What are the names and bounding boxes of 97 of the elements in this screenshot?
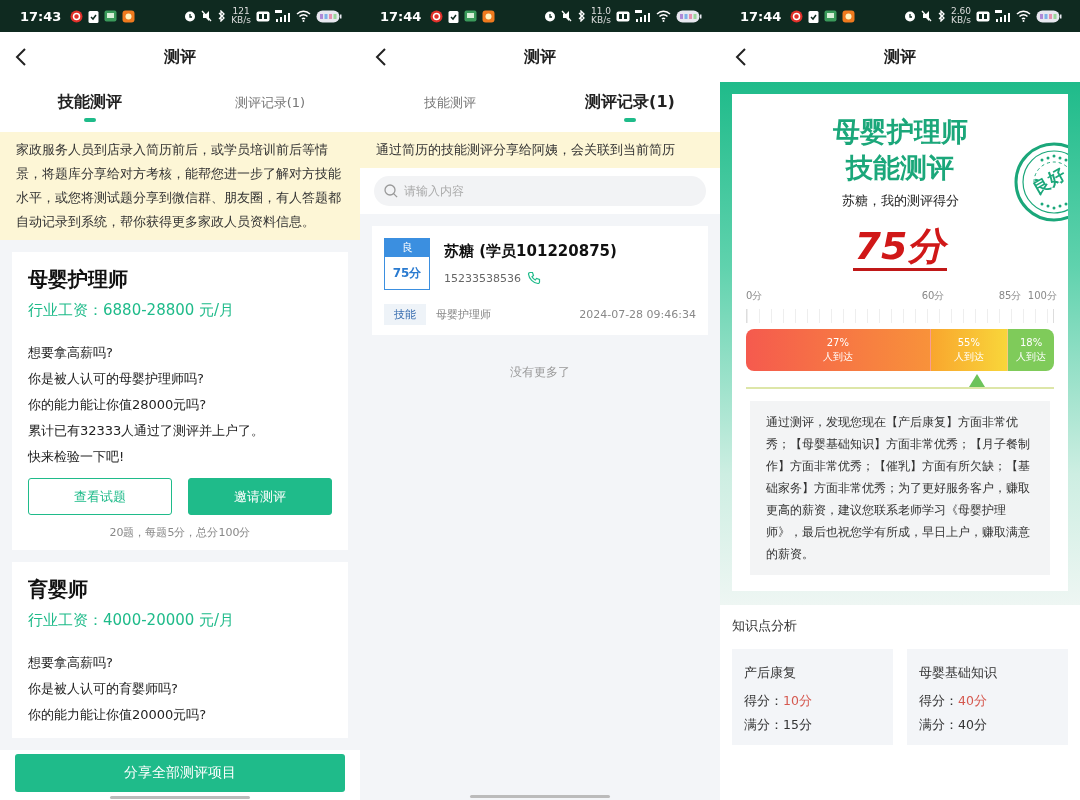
search-icon [384,184,398,198]
notification-icon [482,9,496,23]
bluetooth-icon [936,10,946,22]
signal-icon [635,10,651,22]
search-field[interactable]: 请输入内容 [374,176,706,206]
notification-icon [448,9,460,23]
analysis-text: 通过测评，发现您现在【产后康复】方面非常优秀；【母婴基础知识】方面非常优秀；【月子餐制作】方面非常优秀；【催乳】方面有所欠缺；【基础家务】方面非常优秀；为了更好服务客户，赚取更高的薪资，建议您联系老师学习《母婴护理师》，最后也祝您学有所成，早日上户，赚取满意的薪资。 [750,401,1050,575]
description-line: 你的能力能让你值28000元吗? [28,396,208,414]
grade-label: 良 [385,239,429,257]
description-line: 你的能力能让你值20000元吗? [28,706,208,724]
hd-icon [616,10,630,22]
score-label: 得分： [919,693,958,708]
wifi-icon [1016,10,1031,22]
scale-label: 85分 [998,289,1022,303]
notice-text: 家政服务人员到店录入简历前后，或学员培训前后等情景，将题库分享给对方考核，能帮您进一步了解对方技能水平，或您将测试题分享到微信群、朋友圈，有人答题都自动记录到系统，帮你获得更多家政人员资料信息。 [0,132,360,240]
alarm-icon [903,10,916,22]
alarm-icon [184,10,197,22]
signal-icon [275,10,291,22]
record-card[interactable]: 良 75分 苏糖 (学员101220875) 15233538536 技能 母婴护理师 2024-07-28 09:46:34 [372,226,708,335]
notification-icon [122,9,136,23]
description-line: 想要拿高薪吗? [28,654,114,672]
tab[interactable]: 测评记录(1) [180,82,360,132]
battery-icon [676,9,702,23]
stamp-text: 良好 [1028,163,1068,200]
status-time: 17:44 [380,8,422,24]
description-line: 你是被人认可的育婴师吗? [28,680,179,698]
score-band: 18% 人到达 [1008,329,1054,371]
alarm-icon [543,10,556,22]
scale-label: 100分 [1027,289,1057,303]
result-subtitle: 苏糖，我的测评得分 [841,192,959,210]
notice-text: 通过简历的技能测评分享给阿姨，会关联到当前简历 [360,132,720,168]
page-title: 测评 [523,46,557,68]
scale-label: 60分 [921,289,945,303]
page-title: 测评 [883,46,917,68]
result-title: 技能测评 [846,151,954,185]
notification-icon [808,9,820,23]
notification-icon [824,10,838,22]
description-line: 你是被人认可的母婴护理师吗? [28,370,205,388]
full-score: 满分：40分 [919,716,988,734]
phone-number: 15233538536 [444,271,521,285]
description-line: 想要拿高薪吗? [28,344,114,362]
notification-icon [430,9,444,23]
score-band: 27% 人到达 [746,329,931,371]
wifi-icon [296,10,311,22]
battery-icon [316,9,342,23]
notification-icon [70,9,84,23]
score-band: 55% 人到达 [930,329,1009,371]
result-title: 母婴护理师 [832,115,968,149]
knowledge-name: 产后康复 [744,664,797,682]
hd-icon [256,10,270,22]
job-name: 母婴护理师 [436,307,492,322]
description-line: 快来检验一下吧! [28,448,126,466]
wifi-icon [656,10,671,22]
hd-icon [976,10,990,22]
score-label: 得分： [744,693,783,708]
network-speed: 2.60 KB/s [950,7,971,25]
score-value: 10分 [783,693,812,708]
total-score: 75分 [852,224,948,271]
view-questions-button[interactable]: 查看试题 [28,478,172,515]
section-heading: 知识点分析 [732,617,798,635]
status-time: 17:43 [20,8,62,24]
battery-icon [1036,9,1062,23]
record-time: 2024-07-28 09:46:34 [579,308,696,321]
full-score: 满分：15分 [744,716,813,734]
assessment-title: 母婴护理师 [28,266,129,293]
grade-score: 75分 [392,265,422,282]
salary-text: 行业工资：4000-20000 元/月 [28,611,236,630]
mute-icon [201,10,213,22]
mute-icon [560,10,572,22]
score-value: 40分 [958,693,987,708]
end-of-list-text: 没有更多了 [509,365,571,380]
score-note: 20题，每题5分，总分100分 [108,525,252,540]
description-line: 累计已有32333人通过了测评并上户了。 [28,422,266,440]
salary-text: 行业工资：6880-28800 元/月 [28,301,236,320]
signal-icon [995,10,1011,22]
mute-icon [920,10,932,22]
tab[interactable]: 技能测评 [0,82,180,132]
notification-icon [88,9,100,23]
assessment-title: 育婴师 [28,576,89,603]
tab[interactable]: 技能测评 [360,82,540,132]
status-time: 17:44 [740,8,782,24]
scale-label: 0分 [746,289,763,303]
knowledge-name: 母婴基础知识 [919,664,998,682]
network-speed: 121 KB/s [231,7,251,25]
network-speed: 11.0 KB/s [590,7,611,25]
invite-button[interactable]: 邀请测评 [188,478,332,515]
notification-icon [842,9,856,23]
notification-icon [464,10,478,22]
category-tag: 技能 [384,304,426,325]
tab[interactable]: 测评记录(1) [540,82,720,132]
bluetooth-icon [576,10,586,22]
notification-icon [790,9,804,23]
share-button[interactable]: 分享全部测评项目 [15,754,345,792]
bluetooth-icon [217,10,227,22]
notification-icon [104,10,118,22]
student-name: 苏糖 (学员101220875) [444,242,617,261]
page-title: 测评 [163,46,197,68]
